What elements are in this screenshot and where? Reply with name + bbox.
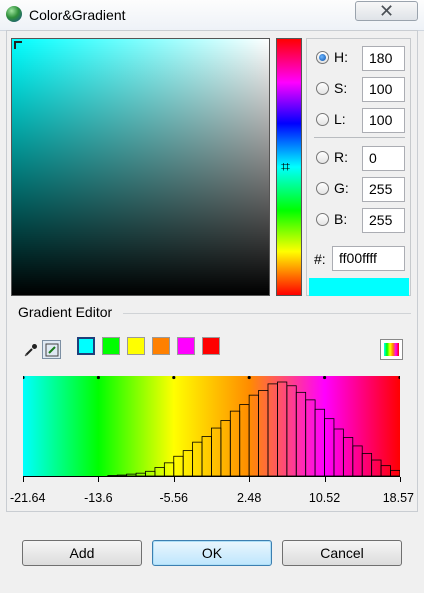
histogram-bar xyxy=(211,427,222,477)
histogram-bar xyxy=(380,465,391,477)
close-icon: ✕ xyxy=(378,1,395,21)
radio-l[interactable] xyxy=(316,113,329,126)
histogram-bar xyxy=(324,418,335,477)
histogram-bar xyxy=(154,467,165,477)
color-swatch[interactable] xyxy=(177,337,195,355)
histogram-bar xyxy=(229,410,241,477)
label-g: G: xyxy=(334,180,349,196)
histogram-bar xyxy=(163,462,175,477)
radio-g[interactable] xyxy=(316,182,329,195)
histogram-bar xyxy=(267,383,278,477)
field-r[interactable]: 0 xyxy=(362,146,405,171)
ok-button[interactable]: OK xyxy=(152,540,272,566)
x-tick-label: -21.64 xyxy=(10,491,46,505)
label-h: H: xyxy=(334,49,348,65)
x-tick xyxy=(400,477,401,482)
histogram-bar xyxy=(371,459,382,477)
close-button[interactable]: ✕ xyxy=(355,1,418,21)
histogram-bar xyxy=(220,420,231,477)
histogram-bar xyxy=(192,441,203,477)
gradient-stop-marker[interactable] xyxy=(172,376,176,380)
radio-b[interactable] xyxy=(316,213,329,226)
field-g[interactable]: 255 xyxy=(362,177,405,202)
group-divider xyxy=(123,313,411,314)
histogram-chart xyxy=(23,376,400,477)
separator xyxy=(314,137,405,138)
color-swatch[interactable] xyxy=(102,337,120,355)
histogram-bar xyxy=(173,455,184,477)
radio-r[interactable] xyxy=(316,151,329,164)
histogram-bar xyxy=(361,453,373,477)
histogram-bar xyxy=(333,428,344,477)
histogram-bar xyxy=(239,404,250,477)
field-s[interactable]: 100 xyxy=(362,77,405,102)
x-tick-label: 2.48 xyxy=(236,491,262,505)
hex-label: #: xyxy=(314,251,326,267)
x-tick xyxy=(249,477,250,482)
histogram-bar xyxy=(295,391,307,477)
gradient-stop-marker[interactable] xyxy=(247,376,251,380)
app-globe-icon xyxy=(6,6,22,22)
x-tick xyxy=(174,477,175,482)
saturation-lightness-square[interactable] xyxy=(11,38,270,296)
hex-field[interactable]: ff00ffff xyxy=(332,246,405,271)
sl-cursor[interactable] xyxy=(14,41,22,49)
histogram-bar xyxy=(182,450,194,477)
radio-h[interactable] xyxy=(316,51,329,64)
x-tick-label: 18.57 xyxy=(382,491,414,505)
histogram-bar xyxy=(286,385,297,477)
gradient-stop-marker[interactable] xyxy=(23,376,25,380)
x-tick xyxy=(325,477,326,482)
color-preview xyxy=(309,278,409,296)
color-swatch[interactable] xyxy=(152,337,170,355)
x-tick xyxy=(23,477,24,482)
histogram-bar xyxy=(342,437,354,477)
histogram-bar xyxy=(277,381,288,477)
color-swatch[interactable] xyxy=(127,337,145,355)
field-l[interactable]: 100 xyxy=(362,108,405,133)
eyedropper-icon[interactable] xyxy=(21,340,40,359)
histogram-bar xyxy=(248,394,259,477)
histogram-bar xyxy=(352,445,363,477)
x-tick xyxy=(98,477,99,482)
window-title: Color&Gradient xyxy=(29,7,126,23)
color-swatch[interactable] xyxy=(202,337,220,355)
edit-stop-icon[interactable] xyxy=(42,340,61,359)
x-tick-label: -5.56 xyxy=(159,491,189,505)
gradient-editor-title: Gradient Editor xyxy=(18,304,113,320)
gradient-stop-marker[interactable] xyxy=(323,376,327,380)
color-swatch[interactable] xyxy=(77,337,95,355)
gradient-stop-marker[interactable] xyxy=(96,376,100,380)
label-l: L: xyxy=(334,111,346,127)
field-h[interactable]: 180 xyxy=(362,46,405,71)
label-r: R: xyxy=(334,149,348,165)
gradient-preset-button[interactable] xyxy=(380,339,403,360)
radio-s[interactable] xyxy=(316,82,329,95)
hue-cursor-icon[interactable]: ⌗ xyxy=(281,159,290,175)
x-tick-label: 10.52 xyxy=(308,491,341,505)
label-s: S: xyxy=(334,80,348,96)
histogram-bar xyxy=(305,399,316,477)
add-button[interactable]: Add xyxy=(22,540,142,566)
histogram-bar xyxy=(314,408,325,477)
label-b: B: xyxy=(334,211,348,227)
histogram-bar xyxy=(258,390,269,477)
x-axis xyxy=(23,476,400,477)
gradient-preset-icon xyxy=(384,343,399,356)
histogram-bar xyxy=(201,436,212,477)
field-b[interactable]: 255 xyxy=(362,208,405,233)
gradient-stop-marker[interactable] xyxy=(398,376,400,380)
x-tick-label: -13.6 xyxy=(84,491,113,505)
cancel-button[interactable]: Cancel xyxy=(282,540,402,566)
